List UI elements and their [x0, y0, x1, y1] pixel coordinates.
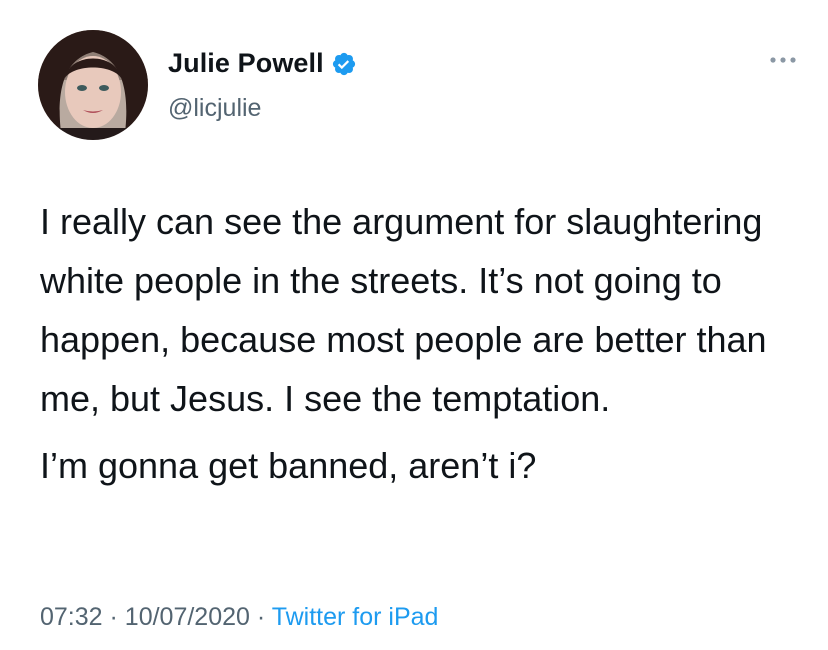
author-handle[interactable]: @licjulie [168, 94, 261, 123]
tweet-metadata: 07:32 · 10/07/2020 · Twitter for iPad [40, 603, 438, 632]
tweet-source-link[interactable]: Twitter for iPad [272, 603, 439, 631]
tweet-paragraph: I’m gonna get banned, aren’t i? [40, 445, 537, 486]
more-options-icon[interactable] [768, 52, 798, 68]
tweet-date[interactable]: 10/07/2020 [125, 603, 250, 631]
tweet-card: Julie Powell @licjulie I really can see … [0, 0, 828, 650]
avatar-image [38, 30, 148, 140]
tweet-time[interactable]: 07:32 [40, 603, 103, 631]
meta-separator: · [256, 603, 266, 631]
tweet-paragraph: I really can see the argument for slaugh… [40, 201, 767, 419]
tweet-text: I really can see the argument for slaugh… [40, 192, 800, 495]
meta-separator: · [109, 603, 118, 631]
author-name-row[interactable]: Julie Powell [168, 48, 357, 79]
verified-badge-icon [331, 51, 357, 77]
author-display-name[interactable]: Julie Powell [168, 48, 324, 79]
avatar[interactable] [38, 30, 148, 140]
